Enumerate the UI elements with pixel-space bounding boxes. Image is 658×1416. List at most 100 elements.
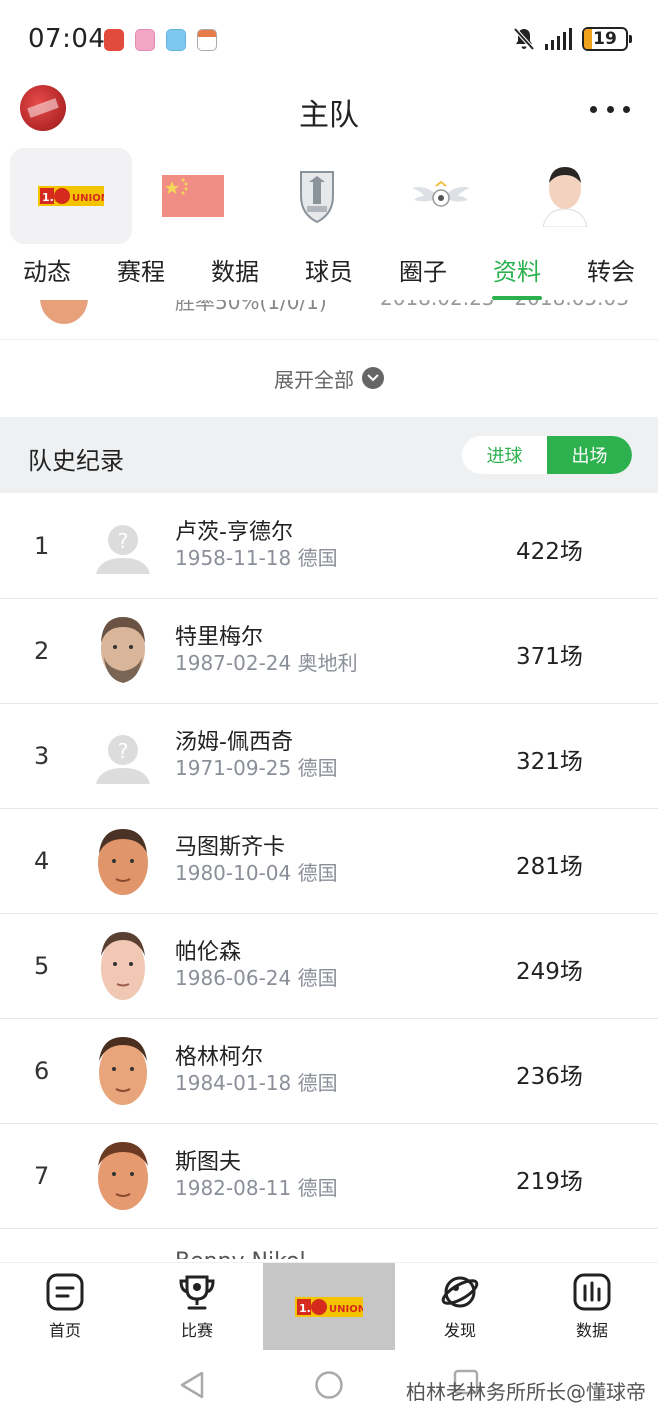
china-flag-icon [162, 175, 224, 217]
red-app-icon [104, 29, 124, 51]
coach-record: 胜率50%(1/0/1) [175, 300, 327, 314]
record-row[interactable]: 3 ? 汤姆-佩西奇 1971-09-25 德国 321场 [0, 704, 658, 809]
nav-team[interactable]: 1. UNION [263, 1263, 395, 1350]
tab-activity[interactable]: 动态 [23, 252, 71, 287]
appearances-count: 371场 [516, 644, 583, 670]
player-photo [98, 829, 148, 895]
player-photo [99, 1037, 147, 1105]
planet-icon [441, 1276, 479, 1308]
system-navigation: 柏林老林务所所长@懂球帝 [0, 1350, 658, 1416]
appearances-count: 321场 [516, 749, 583, 775]
appearances-count: 236场 [516, 1064, 583, 1090]
record-row[interactable]: 7 斯图夫 1982-08-11 德国 219场 [0, 1124, 658, 1229]
svg-text:1.: 1. [42, 191, 54, 204]
record-row[interactable]: 4 马图斯齐卡 1980-10-04 德国 281场 [0, 809, 658, 914]
bar-chart-icon [573, 1273, 611, 1311]
svg-text:1.: 1. [299, 1302, 311, 1315]
player-name: Benny Nikol... [175, 1249, 327, 1259]
watermark: 柏林老林务所所长@懂球帝 [406, 1380, 646, 1404]
player-photo [101, 617, 145, 683]
nav-discover-label: 发现 [443, 1321, 476, 1340]
entity-selector: 1. UNION [10, 148, 658, 244]
svg-text:?: ? [118, 739, 129, 763]
nav-data-label: 数据 [575, 1321, 608, 1340]
player-info: 1984-01-18 德国 [175, 1071, 338, 1095]
nav-home-label: 首页 [48, 1321, 81, 1340]
expand-all-button[interactable]: 展开全部 [0, 340, 658, 416]
svg-text:UNION: UNION [329, 1304, 363, 1315]
tab-transfers[interactable]: 转会 [587, 252, 635, 287]
nav-data[interactable]: 数据 [542, 1273, 642, 1341]
coach-tenure: 2018.02.23 - 2018.05.03 [380, 300, 629, 310]
tab-schedule[interactable]: 赛程 [117, 252, 165, 287]
bell-off-icon [513, 27, 535, 51]
player-photo [101, 932, 145, 1000]
nav-matches-label: 比赛 [180, 1321, 213, 1340]
battery-icon: 19 [582, 27, 632, 51]
club-records-header: 队史纪录 进球 出场 [0, 417, 658, 493]
svg-text:UNION: UNION [72, 193, 104, 204]
entity-winged-ball[interactable] [380, 148, 502, 244]
nav-discover[interactable]: 发现 [410, 1273, 510, 1341]
player-photo [98, 1142, 148, 1210]
player-info: 1982-08-11 德国 [175, 1176, 338, 1200]
player-info: 1986-06-24 德国 [175, 966, 338, 990]
entity-player[interactable] [504, 148, 626, 244]
nav-matches[interactable]: 比赛 [147, 1273, 247, 1341]
battery-level: 19 [593, 29, 617, 49]
page-title: 主队 [299, 98, 359, 133]
toggle-goals[interactable]: 进球 [462, 436, 547, 474]
record-rank: 2 [34, 637, 50, 665]
bottom-navigation: 首页 比赛 1. UNION 发现 数据 [0, 1262, 658, 1350]
tab-bar: 动态 赛程 数据 球员 圈子 资料 转会 [0, 252, 658, 300]
record-rank: 5 [34, 952, 50, 980]
union-berlin-logo-icon: 1. UNION [38, 186, 104, 206]
pink-app-icon [135, 29, 155, 51]
record-rank: 6 [34, 1057, 50, 1085]
record-rank: 1 [34, 532, 50, 560]
player-info: 1971-09-25 德国 [175, 756, 338, 780]
club-crest-icon [300, 171, 334, 224]
entity-china[interactable] [132, 148, 254, 244]
player-info: 1980-10-04 德国 [175, 861, 338, 885]
home-circle-icon[interactable] [314, 1370, 344, 1400]
record-row-partial[interactable]: Benny Nikol... [0, 1229, 658, 1259]
tab-circle[interactable]: 圈子 [399, 252, 447, 287]
appearances-count: 281场 [516, 854, 583, 880]
tab-stats[interactable]: 数据 [211, 252, 259, 287]
toggle-appearances[interactable]: 出场 [547, 436, 632, 474]
status-time: 07:04 [28, 24, 106, 54]
record-rank: 7 [34, 1162, 50, 1190]
winged-ball-icon [412, 180, 470, 207]
nav-home[interactable]: 首页 [15, 1273, 115, 1341]
back-icon[interactable] [178, 1370, 206, 1400]
placeholder-avatar-icon: ? [96, 525, 150, 574]
chevron-down-icon [362, 367, 384, 389]
record-rank: 4 [34, 847, 50, 875]
appearances-count: 219场 [516, 1169, 583, 1195]
expand-all-label: 展开全部 [274, 367, 354, 392]
record-row[interactable]: 6 格林柯尔 1984-01-18 德国 236场 [0, 1019, 658, 1124]
svg-text:?: ? [118, 529, 129, 553]
tab-players[interactable]: 球员 [305, 252, 353, 287]
record-row[interactable]: 5 帕伦森 1986-06-24 德国 249场 [0, 914, 658, 1019]
player-info: 1958-11-18 德国 [175, 546, 338, 570]
appearances-count: 422场 [516, 539, 583, 565]
status-bar: 07:04 19 [0, 0, 658, 80]
placeholder-avatar-icon: ? [96, 735, 150, 784]
section-title: 队史纪录 [28, 447, 124, 475]
entity-club-crest[interactable] [256, 148, 378, 244]
trophy-icon [179, 1275, 215, 1310]
record-row[interactable]: 2 特里梅尔 1987-02-24 奥地利 371场 [0, 599, 658, 704]
signal-icon [545, 28, 572, 50]
partial-coach-row: 胜率50%(1/0/1) 2018.02.23 - 2018.05.03 [0, 300, 658, 340]
tab-info[interactable]: 资料 [493, 252, 541, 287]
header: 主队 [0, 80, 658, 140]
more-options-icon[interactable] [590, 94, 630, 124]
record-rank: 3 [34, 742, 50, 770]
player-info: 1987-02-24 奥地利 [175, 651, 358, 675]
record-row[interactable]: 1 ? 卢茨-亨德尔 1958-11-18 德国 422场 [0, 494, 658, 599]
entity-union-berlin[interactable]: 1. UNION [10, 148, 132, 244]
player-headshot-icon [542, 167, 588, 227]
record-type-toggle: 进球 出场 [462, 436, 632, 474]
